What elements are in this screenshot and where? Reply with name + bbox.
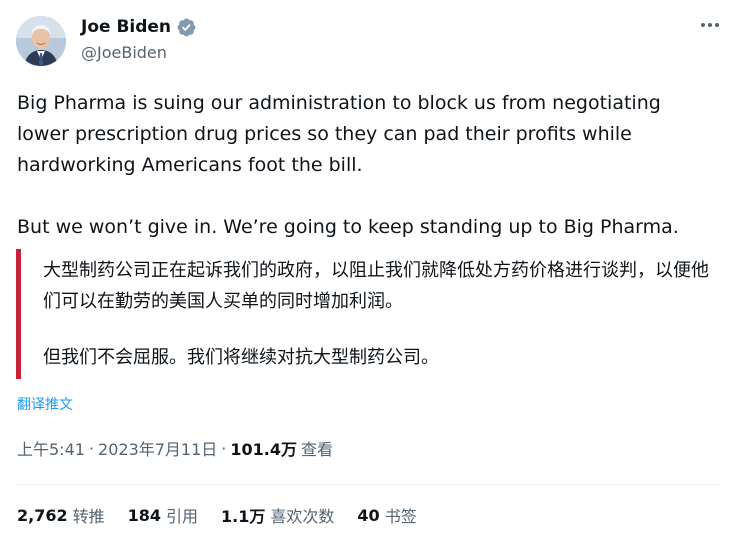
tweet-meta: 上午5:41 · 2023年7月11日 · 101.4万 查看	[17, 436, 333, 460]
avatar-image	[16, 16, 66, 66]
tweet-card: Joe Biden @JoeBiden Big Pharma is suing …	[0, 0, 737, 538]
stat-retweets[interactable]: 2,762 转推	[17, 503, 105, 527]
stat-likes-label: 喜欢次数	[270, 507, 335, 526]
tweet-date[interactable]: 2023年7月11日	[98, 436, 217, 460]
stat-bookmarks-count: 40	[357, 505, 380, 525]
tweet-text: Big Pharma is suing our administration t…	[17, 88, 717, 243]
views-label[interactable]: 查看	[301, 436, 333, 460]
tweet-paragraph-2: But we won’t give in. We’re going to kee…	[17, 216, 679, 238]
translate-tweet-link[interactable]: 翻译推文	[17, 394, 73, 414]
stat-retweets-label: 转推	[72, 507, 105, 526]
stat-retweets-count: 2,762	[17, 505, 68, 525]
translation-paragraph-1: 大型制药公司正在起诉我们的政府，以阻止我们就降低处方药价格进行谈判，以便他们可以…	[43, 260, 709, 312]
stat-quotes-label: 引用	[166, 507, 199, 526]
avatar[interactable]	[16, 16, 66, 66]
stat-bookmarks-label: 书签	[384, 507, 417, 526]
author-handle[interactable]: @JoeBiden	[81, 43, 167, 62]
verified-badge-icon[interactable]	[176, 17, 197, 38]
tweet-paragraph-1: Big Pharma is suing our administration t…	[17, 92, 661, 176]
stat-bookmarks[interactable]: 40 书签	[357, 503, 416, 527]
stat-likes-count: 1.1万	[221, 507, 266, 526]
meta-separator: ·	[88, 438, 95, 458]
stat-quotes-count: 184	[127, 505, 162, 525]
meta-separator: ·	[221, 438, 227, 458]
views-count[interactable]: 101.4万	[230, 436, 297, 460]
stat-likes[interactable]: 1.1万 喜欢次数	[221, 503, 334, 527]
tweet-stats: 2,762 转推 184 引用 1.1万 喜欢次数 40 书签	[17, 503, 440, 527]
translation-paragraph-2: 但我们不会屈服。我们将继续对抗大型制药公司。	[43, 347, 439, 368]
tweet-time[interactable]: 上午5:41	[17, 436, 85, 460]
author-display-name[interactable]: Joe Biden	[81, 17, 171, 37]
divider	[16, 484, 721, 485]
more-dots-icon[interactable]	[699, 14, 721, 36]
author-name-row[interactable]: Joe Biden	[81, 15, 197, 39]
translation-block: 大型制药公司正在起诉我们的政府，以阻止我们就降低处方药价格进行谈判，以便他们可以…	[16, 249, 709, 379]
stat-quotes[interactable]: 184 引用	[128, 503, 198, 527]
